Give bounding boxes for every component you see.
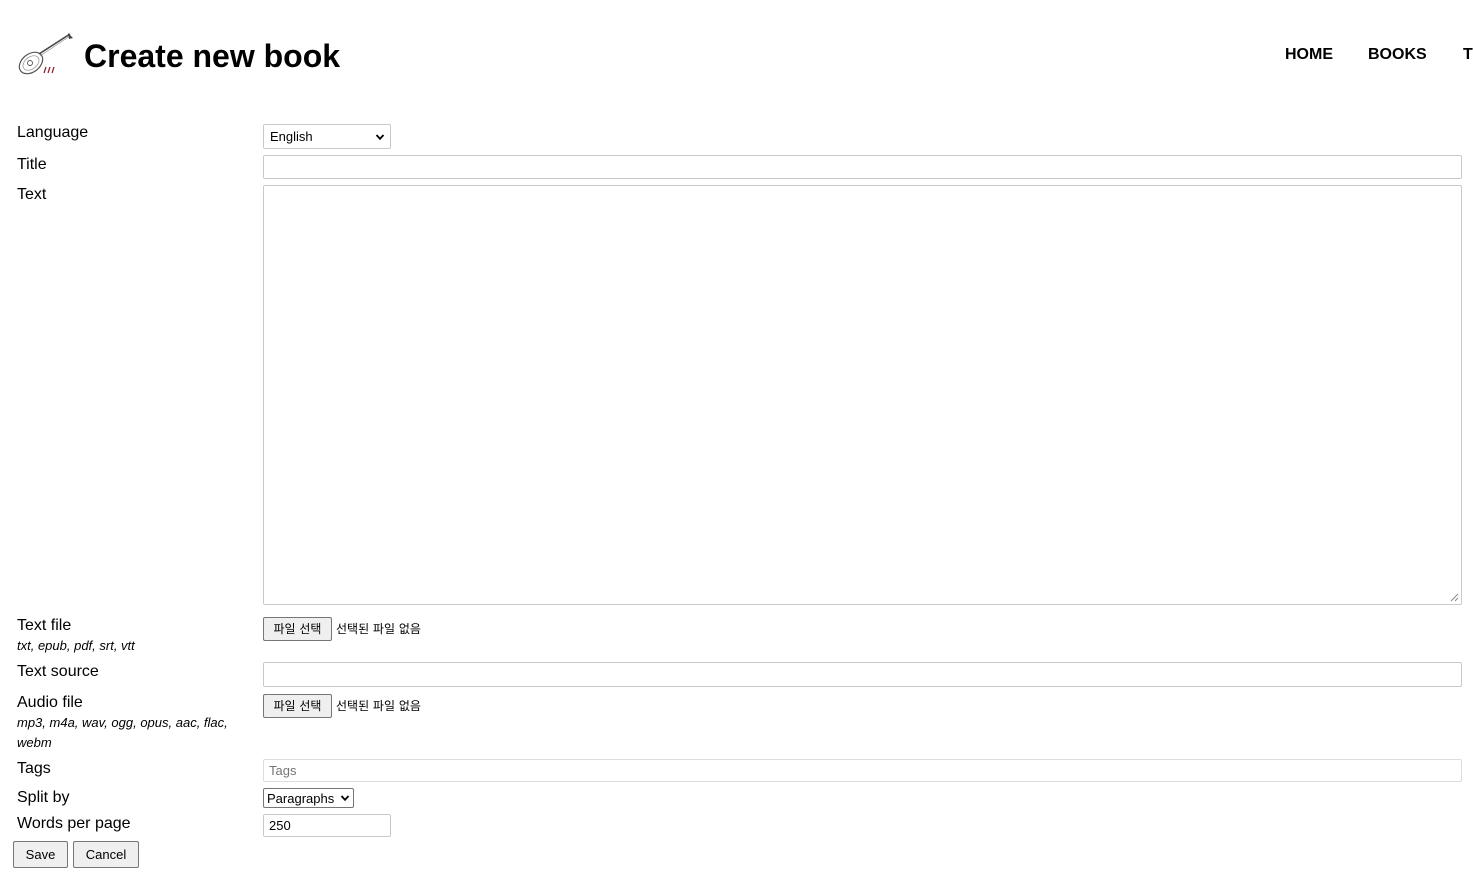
audio-file-choose-button[interactable]: 파일 선택 bbox=[263, 694, 332, 718]
chevron-down-icon bbox=[375, 133, 385, 140]
split-by-label: Split by bbox=[17, 789, 70, 806]
title-label: Title bbox=[17, 156, 47, 173]
nav-truncated-link[interactable]: T bbox=[1463, 46, 1473, 64]
split-by-select[interactable]: Paragraphs bbox=[263, 788, 354, 808]
chevron-down-icon bbox=[340, 795, 350, 802]
text-file-choose-button[interactable]: 파일 선택 bbox=[263, 617, 332, 641]
split-by-select-value: Paragraphs bbox=[267, 790, 335, 806]
text-label: Text bbox=[17, 186, 47, 203]
page-header: Create new book HOME BOOKS T bbox=[0, 0, 1473, 110]
text-file-hint: txt, epub, pdf, srt, vtt bbox=[17, 638, 135, 653]
language-label: Language bbox=[17, 124, 89, 141]
tags-label: Tags bbox=[17, 760, 51, 777]
text-file-label: Text file bbox=[17, 617, 72, 634]
nav-books-link[interactable]: BOOKS bbox=[1368, 46, 1427, 64]
language-select-value: English bbox=[270, 129, 313, 144]
words-per-page-input[interactable] bbox=[263, 814, 391, 837]
text-source-input[interactable] bbox=[263, 662, 1462, 687]
text-file-status: 선택된 파일 없음 bbox=[336, 622, 421, 636]
lute-logo-icon[interactable] bbox=[13, 30, 75, 80]
tags-input[interactable] bbox=[263, 759, 1462, 782]
audio-file-hint: mp3, m4a, wav, ogg, opus, aac, flac, web… bbox=[17, 715, 228, 750]
title-input[interactable] bbox=[263, 155, 1462, 179]
audio-file-status: 선택된 파일 없음 bbox=[336, 699, 421, 713]
text-textarea[interactable] bbox=[263, 185, 1462, 605]
cancel-button[interactable]: Cancel bbox=[73, 841, 139, 868]
resize-handle-icon[interactable] bbox=[1450, 593, 1459, 602]
audio-file-label: Audio file bbox=[17, 694, 83, 711]
page-title: Create new book bbox=[84, 38, 341, 74]
words-per-page-label: Words per page bbox=[17, 815, 131, 832]
text-source-label: Text source bbox=[17, 663, 99, 680]
save-button[interactable]: Save bbox=[13, 841, 68, 868]
nav-home-link[interactable]: HOME bbox=[1285, 46, 1333, 64]
language-select[interactable]: English bbox=[263, 124, 391, 149]
